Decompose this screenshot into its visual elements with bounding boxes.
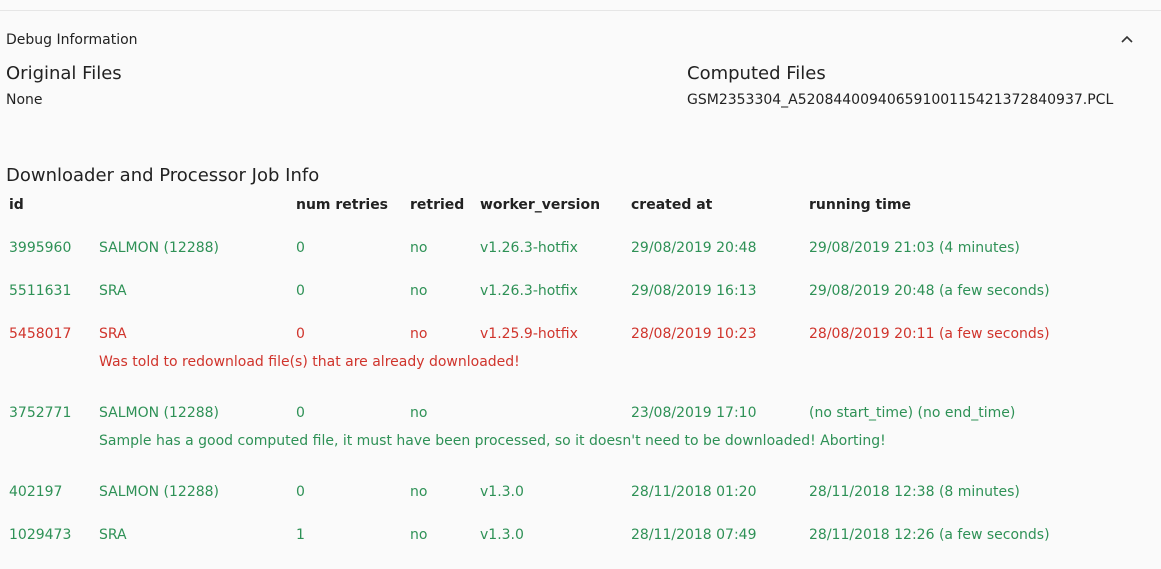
original-files-value: None <box>6 92 43 108</box>
col-header-running-time: running time <box>809 197 912 213</box>
job-info-message: Sample has a good computed file, it must… <box>99 433 886 449</box>
retried: no <box>410 484 428 500</box>
col-header-id: id <box>9 197 24 213</box>
table-row: 3995960 SALMON (12288) 0 no v1.26.3-hotf… <box>0 240 1161 260</box>
table-row: 5458017 SRA 0 no v1.25.9-hotfix 28/08/20… <box>0 326 1161 346</box>
col-header-created-at: created at <box>631 197 713 213</box>
col-header-worker-version: worker_version <box>480 197 601 213</box>
debug-title: Debug Information <box>6 32 138 48</box>
table-row: 1029473 SRA 1 no v1.3.0 28/11/2018 07:49… <box>0 527 1161 547</box>
worker-version: v1.3.0 <box>480 484 524 500</box>
retried: no <box>410 283 428 299</box>
job-type: SALMON (12288) <box>99 240 220 256</box>
job-id-link[interactable]: 3752771 <box>9 405 71 421</box>
col-header-retried: retried <box>410 197 465 213</box>
job-id-link[interactable]: 5458017 <box>9 326 71 342</box>
job-id-link[interactable]: 3995960 <box>9 240 71 256</box>
num-retries: 0 <box>296 240 305 256</box>
created-at: 29/08/2019 16:13 <box>631 283 757 299</box>
num-retries: 0 <box>296 405 305 421</box>
job-info-heading: Downloader and Processor Job Info <box>6 165 320 186</box>
created-at: 23/08/2019 17:10 <box>631 405 757 421</box>
job-id-link[interactable]: 5511631 <box>9 283 71 299</box>
running-time: 28/08/2019 20:11 (a few seconds) <box>809 326 1050 342</box>
worker-version: v1.26.3-hotfix <box>480 240 578 256</box>
computed-file-name: GSM2353304_A5208440094065910011542137284… <box>687 92 1114 108</box>
retried: no <box>410 527 428 543</box>
job-type: SRA <box>99 527 127 543</box>
job-id-link[interactable]: 402197 <box>9 484 62 500</box>
divider <box>0 10 1161 11</box>
col-header-num-retries: num retries <box>296 197 389 213</box>
created-at: 29/08/2019 20:48 <box>631 240 757 256</box>
debug-header[interactable]: Debug Information <box>6 30 1136 50</box>
original-files-heading: Original Files <box>6 63 122 84</box>
job-id-link[interactable]: 1029473 <box>9 527 71 543</box>
running-time: 29/08/2019 21:03 (4 minutes) <box>809 240 1020 256</box>
running-time: (no start_time) (no end_time) <box>809 405 1016 421</box>
table-row: 402197 SALMON (12288) 0 no v1.3.0 28/11/… <box>0 484 1161 504</box>
running-time: 28/11/2018 12:26 (a few seconds) <box>809 527 1050 543</box>
num-retries: 0 <box>296 484 305 500</box>
num-retries: 0 <box>296 326 305 342</box>
running-time: 28/11/2018 12:38 (8 minutes) <box>809 484 1020 500</box>
created-at: 28/11/2018 07:49 <box>631 527 757 543</box>
worker-version: v1.25.9-hotfix <box>480 326 578 342</box>
computed-files-heading: Computed Files <box>687 63 826 84</box>
num-retries: 0 <box>296 283 305 299</box>
table-row: 3752771 SALMON (12288) 0 no 23/08/2019 1… <box>0 405 1161 425</box>
table-row: 5511631 SRA 0 no v1.26.3-hotfix 29/08/20… <box>0 283 1161 303</box>
chevron-up-icon[interactable] <box>1118 31 1136 49</box>
worker-version: v1.26.3-hotfix <box>480 283 578 299</box>
job-type: SALMON (12288) <box>99 405 220 421</box>
created-at: 28/11/2018 01:20 <box>631 484 757 500</box>
running-time: 29/08/2019 20:48 (a few seconds) <box>809 283 1050 299</box>
retried: no <box>410 405 428 421</box>
job-type: SALMON (12288) <box>99 484 220 500</box>
debug-panel: Debug Information Original Files None Co… <box>0 0 1161 569</box>
job-failure-message: Was told to redownload file(s) that are … <box>99 354 520 370</box>
job-type: SRA <box>99 326 127 342</box>
num-retries: 1 <box>296 527 305 543</box>
retried: no <box>410 326 428 342</box>
job-type: SRA <box>99 283 127 299</box>
retried: no <box>410 240 428 256</box>
worker-version: v1.3.0 <box>480 527 524 543</box>
created-at: 28/08/2019 10:23 <box>631 326 757 342</box>
